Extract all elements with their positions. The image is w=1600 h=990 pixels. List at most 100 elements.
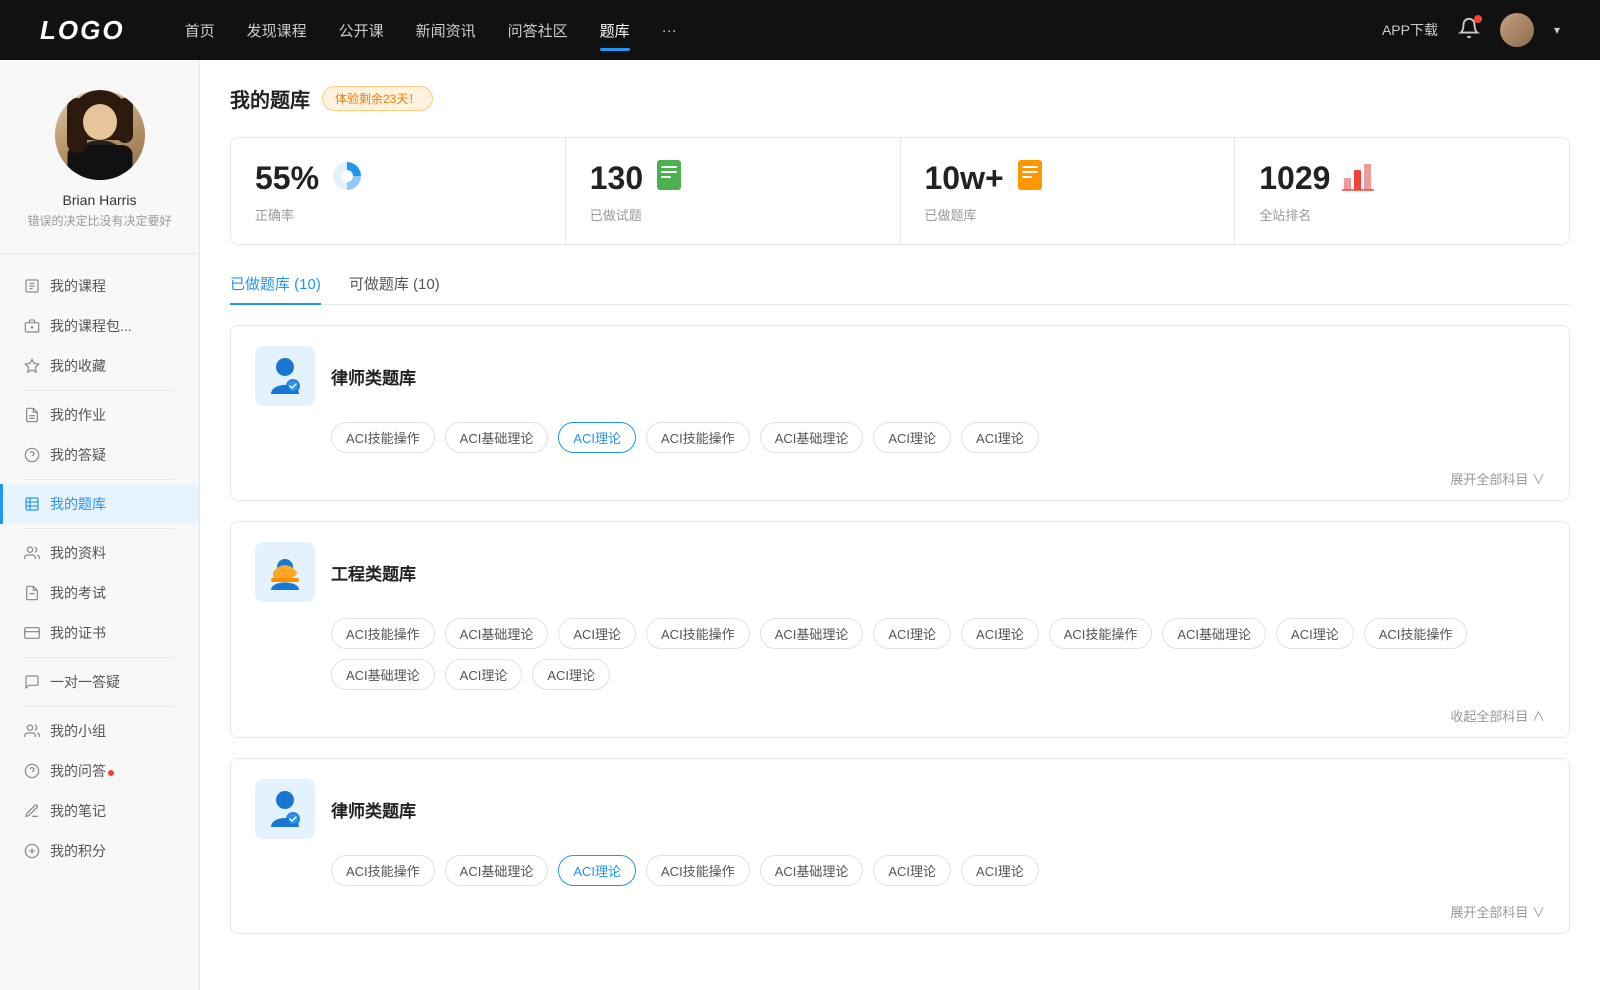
avatar-image — [55, 90, 145, 180]
profile-motto: 错误的决定比没有决定要好 — [27, 212, 171, 229]
bank-tag[interactable]: ACI基础理论 — [445, 618, 549, 649]
tab-item[interactable]: 可做题库 (10) — [349, 273, 440, 304]
notification-dot — [1474, 15, 1482, 23]
bank-tag[interactable]: ACI理论 — [558, 422, 636, 453]
sidebar-item-我的积分[interactable]: 我的积分 — [0, 831, 199, 871]
bank-tag[interactable]: ACI理论 — [558, 618, 636, 649]
expand-link[interactable]: 展开全部科目 ∨ — [1450, 469, 1545, 488]
sidebar-icon — [24, 843, 40, 859]
sidebar-icon — [24, 625, 40, 641]
stat-icon — [329, 158, 365, 199]
navbar-logo[interactable]: LOGO — [40, 15, 125, 46]
bank-tag[interactable]: ACI理论 — [961, 422, 1039, 453]
sidebar-item-我的课程[interactable]: 我的课程 — [0, 266, 199, 306]
navbar-link[interactable]: 新闻资讯 — [416, 16, 476, 45]
app-download-button[interactable]: APP下载 — [1382, 20, 1438, 40]
navbar-link[interactable]: 公开课 — [339, 16, 384, 45]
lawyer-icon — [263, 787, 307, 831]
bank-tag[interactable]: ACI技能操作 — [331, 422, 435, 453]
sidebar-item-我的题库[interactable]: 我的题库 — [0, 484, 199, 524]
sidebar: Brian Harris 错误的决定比没有决定要好 我的课程 我的课程包... … — [0, 60, 200, 990]
bank-tag[interactable]: ACI理论 — [532, 659, 610, 690]
bank-card-1: 工程类题库 ACI技能操作 ACI基础理论 ACI理论 ACI技能操作 ACI基础理论 A… — [230, 521, 1570, 738]
stat-top: 10w+ — [925, 158, 1211, 199]
sidebar-divider — [24, 479, 175, 480]
main-content: 我的题库 体验剩余23天！ 55% 正确率 130 已做试题 — [200, 60, 1600, 990]
bank-tag[interactable]: ACI技能操作 — [646, 618, 750, 649]
bank-tag[interactable]: ACI技能操作 — [331, 618, 435, 649]
bank-card-footer: 展开全部科目 ∨ — [231, 469, 1569, 500]
stat-icon — [1014, 158, 1046, 199]
pie-chart-icon — [329, 158, 365, 194]
bank-icon — [255, 346, 315, 406]
sidebar-item-我的资料[interactable]: 我的资料 — [0, 533, 199, 573]
sidebar-item-我的证书[interactable]: 我的证书 — [0, 613, 199, 653]
bank-tag[interactable]: ACI理论 — [961, 618, 1039, 649]
bank-tag[interactable]: ACI技能操作 — [1049, 618, 1153, 649]
bank-tag[interactable]: ACI技能操作 — [1364, 618, 1468, 649]
sidebar-label: 我的题库 — [50, 494, 106, 514]
bar-chart-icon — [1340, 158, 1376, 194]
bank-tag[interactable]: ACI基础理论 — [760, 422, 864, 453]
bank-title: 律师类题库 — [331, 364, 416, 389]
bank-tag[interactable]: ACI基础理论 — [760, 855, 864, 886]
expand-link[interactable]: 展开全部科目 ∨ — [1450, 902, 1545, 921]
sidebar-icon — [24, 447, 40, 463]
bank-tag[interactable]: ACI技能操作 — [646, 855, 750, 886]
sidebar-item-一对一答疑[interactable]: 一对一答疑 — [0, 662, 199, 702]
bank-tag[interactable]: ACI理论 — [558, 855, 636, 886]
user-menu-chevron[interactable]: ▾ — [1554, 23, 1560, 37]
bank-tag[interactable]: ACI技能操作 — [646, 422, 750, 453]
stat-value: 55% — [255, 160, 319, 197]
sidebar-item-我的课程包...[interactable]: 我的课程包... — [0, 306, 199, 346]
bank-tag[interactable]: ACI理论 — [961, 855, 1039, 886]
navbar-link[interactable]: 首页 — [185, 16, 215, 45]
sidebar-item-我的笔记[interactable]: 我的笔记 — [0, 791, 199, 831]
stat-value: 1029 — [1259, 160, 1330, 197]
navbar-link[interactable]: ··· — [662, 18, 677, 43]
bank-tag[interactable]: ACI技能操作 — [331, 855, 435, 886]
bank-tag[interactable]: ACI基础理论 — [760, 618, 864, 649]
bank-tag[interactable]: ACI理论 — [873, 855, 951, 886]
bank-tag[interactable]: ACI基础理论 — [1162, 618, 1266, 649]
bank-tag[interactable]: ACI理论 — [1276, 618, 1354, 649]
unread-dot — [108, 770, 114, 776]
trial-badge: 体验剩余23天！ — [322, 86, 433, 111]
navbar-link[interactable]: 题库 — [600, 16, 630, 45]
sidebar-item-我的作业[interactable]: 我的作业 — [0, 395, 199, 435]
bank-tag[interactable]: ACI基础理论 — [331, 659, 435, 690]
bank-title: 律师类题库 — [331, 797, 416, 822]
bank-tag[interactable]: ACI理论 — [873, 422, 951, 453]
navbar-link[interactable]: 问答社区 — [508, 16, 568, 45]
sidebar-label: 我的问答 — [50, 761, 114, 781]
sidebar-label: 我的收藏 — [50, 356, 106, 376]
doc-orange-icon — [1014, 158, 1046, 194]
sidebar-item-我的小组[interactable]: 我的小组 — [0, 711, 199, 751]
stat-item-2: 10w+ 已做题库 — [901, 138, 1236, 244]
bank-tag[interactable]: ACI理论 — [445, 659, 523, 690]
stat-label: 全站排名 — [1259, 205, 1545, 224]
tabs-row: 已做题库 (10) 可做题库 (10) — [230, 273, 1570, 305]
navbar-link[interactable]: 发现课程 — [247, 16, 307, 45]
sidebar-item-我的收藏[interactable]: 我的收藏 — [0, 346, 199, 386]
sidebar-item-我的答疑[interactable]: 我的答疑 — [0, 435, 199, 475]
sidebar-item-我的考试[interactable]: 我的考试 — [0, 573, 199, 613]
sidebar-item-我的问答[interactable]: 我的问答 — [0, 751, 199, 791]
stat-item-3: 1029 全站排名 — [1235, 138, 1569, 244]
bank-tag[interactable]: ACI理论 — [873, 618, 951, 649]
bank-card-header: 工程类题库 — [231, 522, 1569, 618]
bank-tag[interactable]: ACI基础理论 — [445, 855, 549, 886]
user-avatar[interactable] — [1500, 13, 1534, 47]
stat-top: 1029 — [1259, 158, 1545, 199]
notification-bell[interactable] — [1458, 17, 1480, 44]
bank-card-footer: 收起全部科目 ∧ — [231, 706, 1569, 737]
bank-icon — [255, 542, 315, 602]
bank-tag[interactable]: ACI基础理论 — [445, 422, 549, 453]
expand-link[interactable]: 收起全部科目 ∧ — [1450, 706, 1545, 725]
stat-icon — [653, 158, 685, 199]
tab-item[interactable]: 已做题库 (10) — [230, 273, 321, 304]
bank-title: 工程类题库 — [331, 560, 416, 585]
bank-icon — [255, 779, 315, 839]
doc-green-icon — [653, 158, 685, 194]
stat-item-1: 130 已做试题 — [566, 138, 901, 244]
